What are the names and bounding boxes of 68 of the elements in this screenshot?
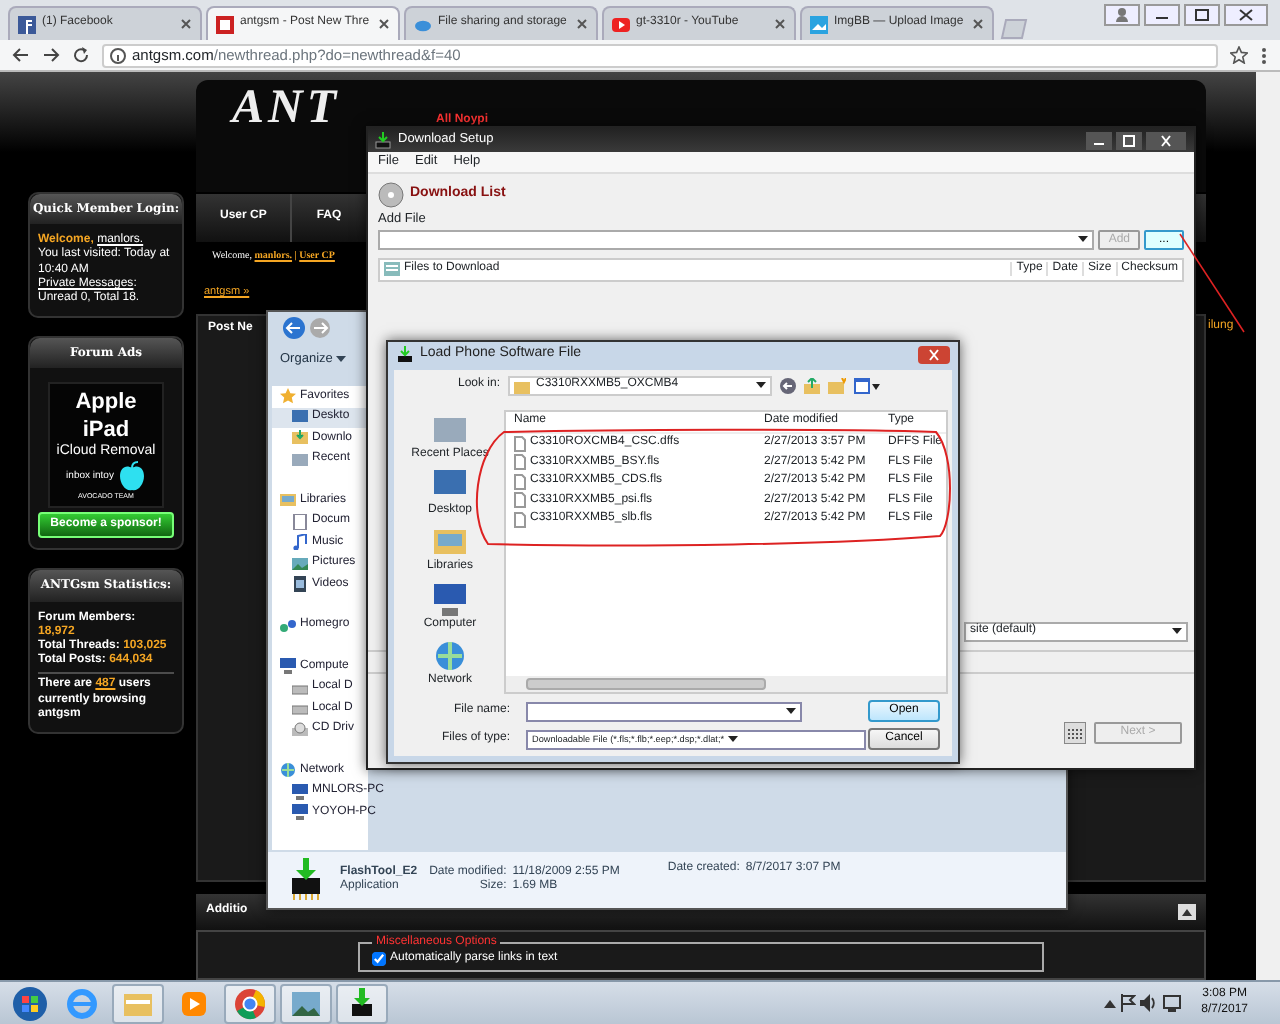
start-button-icon[interactable] (12, 985, 48, 1021)
folder-icon (292, 430, 308, 447)
computer-icon (292, 783, 308, 800)
back-icon[interactable] (780, 378, 796, 394)
computer-icon (434, 583, 466, 616)
folder-icon (433, 526, 466, 559)
music-note-icon (292, 534, 308, 551)
keyboard-icon[interactable] (1064, 721, 1086, 744)
play-icon (612, 15, 630, 33)
view-menu-icon[interactable] (854, 378, 880, 394)
folder-icon (514, 379, 530, 393)
ad-text: Apple iPad (73, 390, 139, 443)
close-icon[interactable] (378, 18, 390, 30)
maximize-icon[interactable] (1116, 131, 1142, 149)
site-logo: ANT (232, 84, 340, 132)
chip-download-icon (374, 131, 392, 149)
homegroup-icon (280, 617, 296, 634)
apple-icon (117, 460, 146, 493)
network-icon (280, 762, 296, 779)
file-name-field[interactable] (526, 702, 802, 722)
image-icon (810, 15, 828, 33)
info-icon (110, 47, 126, 63)
folder-icon (434, 414, 466, 446)
horizontal-scrollbar[interactable] (506, 676, 946, 692)
option-checkbox[interactable] (372, 952, 386, 967)
network-icon (433, 639, 466, 672)
monitor-icon (292, 409, 308, 426)
cloud-icon (414, 15, 432, 33)
restore-icon[interactable] (1184, 4, 1220, 26)
flag-icon[interactable] (1119, 994, 1136, 1012)
picture-icon (292, 555, 308, 572)
facebook-icon (18, 15, 36, 33)
folder-icon (280, 492, 296, 509)
up-folder-icon[interactable] (804, 378, 820, 394)
tray-arrow-icon[interactable] (1103, 998, 1116, 1008)
star-icon[interactable] (1230, 46, 1248, 64)
chip-download-icon (396, 345, 414, 363)
minimize-icon[interactable] (1144, 4, 1180, 26)
film-icon (292, 576, 308, 593)
list-icon (384, 262, 400, 277)
star-icon (280, 388, 296, 405)
disc-icon (378, 181, 404, 208)
forward-icon[interactable] (42, 46, 60, 64)
network-icon[interactable] (1161, 994, 1182, 1012)
speaker-icon[interactable] (1139, 994, 1158, 1012)
annotation-line (1179, 233, 1245, 333)
folder-icon (292, 451, 308, 468)
caret-icon (336, 356, 347, 364)
minimize-icon[interactable] (1086, 131, 1112, 149)
user-icon[interactable] (1104, 4, 1140, 26)
scrollbar[interactable] (1256, 72, 1280, 980)
computer-icon (292, 804, 308, 821)
dropdown-arrow-icon (728, 736, 739, 744)
dropdown-arrow-icon (786, 708, 796, 716)
computer-icon (280, 658, 296, 675)
dropdown-arrow-icon (1172, 627, 1182, 636)
reload-icon[interactable] (72, 46, 90, 64)
close-icon[interactable] (1224, 4, 1268, 26)
collapse-icon[interactable] (1178, 904, 1196, 920)
site-logo-icon (216, 15, 234, 33)
menu-icon[interactable] (1260, 45, 1268, 65)
dropdown-arrow-icon (1078, 235, 1089, 244)
back-icon[interactable] (12, 46, 30, 64)
close-icon[interactable] (1146, 131, 1186, 149)
document-icon (292, 513, 308, 530)
chrome-icon[interactable] (232, 985, 268, 1021)
dropdown-arrow-icon (756, 382, 766, 390)
disc-drive-icon (292, 721, 308, 738)
